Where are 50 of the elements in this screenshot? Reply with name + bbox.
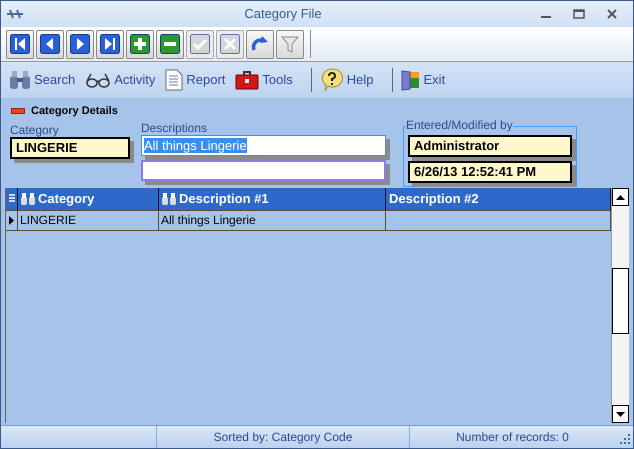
- next-button[interactable]: [66, 30, 94, 58]
- scroll-down-icon[interactable]: [616, 412, 625, 416]
- scroll-up-icon[interactable]: [616, 194, 625, 200]
- add-icon: [130, 34, 150, 54]
- previous-button[interactable]: [36, 30, 64, 58]
- section-title: Category Details: [31, 104, 118, 119]
- cancel-icon: [220, 34, 240, 54]
- door-icon: [400, 69, 421, 91]
- list-icon: [8, 194, 14, 204]
- close-icon[interactable]: [607, 9, 617, 19]
- help-menu-item[interactable]: Help: [320, 68, 374, 92]
- audit-label: Entered/Modified by: [406, 118, 513, 132]
- last-icon: [100, 34, 120, 54]
- filter-button[interactable]: [276, 30, 304, 58]
- table-cell: LINGERIE: [18, 211, 159, 230]
- scrollbar[interactable]: [611, 188, 629, 423]
- sort-status: Sorted by: Category Code: [157, 426, 410, 448]
- window-title: Category File: [243, 5, 323, 24]
- binoculars-icon: [9, 70, 31, 90]
- glasses-icon: [85, 71, 112, 89]
- record-count-status: Number of records: 0: [455, 429, 570, 446]
- filter-icon: [280, 34, 300, 54]
- first-button[interactable]: [6, 30, 34, 58]
- section-marker-icon: [11, 108, 25, 114]
- search-menu-item[interactable]: Search: [9, 70, 76, 90]
- category-label: Category: [10, 123, 60, 137]
- binoculars-icon: [162, 193, 176, 205]
- table-cell: All things Lingerie: [159, 211, 386, 230]
- first-icon: [10, 34, 30, 54]
- help-icon: [320, 68, 344, 92]
- next-icon: [70, 34, 90, 54]
- redo-button[interactable]: [246, 30, 274, 58]
- toolbox-icon: [235, 70, 260, 90]
- maximize-icon[interactable]: [573, 9, 585, 19]
- delete-icon: [160, 34, 180, 54]
- tools-menu-item[interactable]: Tools: [235, 70, 293, 90]
- binoculars-icon: [21, 193, 35, 205]
- scroll-thumb[interactable]: [612, 268, 629, 334]
- exit-menu-item[interactable]: Exit: [400, 69, 446, 91]
- descriptions-label: Descriptions: [141, 121, 208, 135]
- last-button[interactable]: [96, 30, 124, 58]
- save-icon: [190, 34, 210, 54]
- activity-menu-item[interactable]: Activity: [85, 70, 156, 90]
- document-icon: [165, 69, 184, 91]
- previous-icon: [40, 34, 60, 54]
- delete-button[interactable]: [156, 30, 184, 58]
- row-selector[interactable]: [6, 211, 18, 230]
- current-row-icon: [9, 216, 14, 225]
- report-menu-item[interactable]: Report: [165, 69, 226, 91]
- add-button[interactable]: [126, 30, 154, 58]
